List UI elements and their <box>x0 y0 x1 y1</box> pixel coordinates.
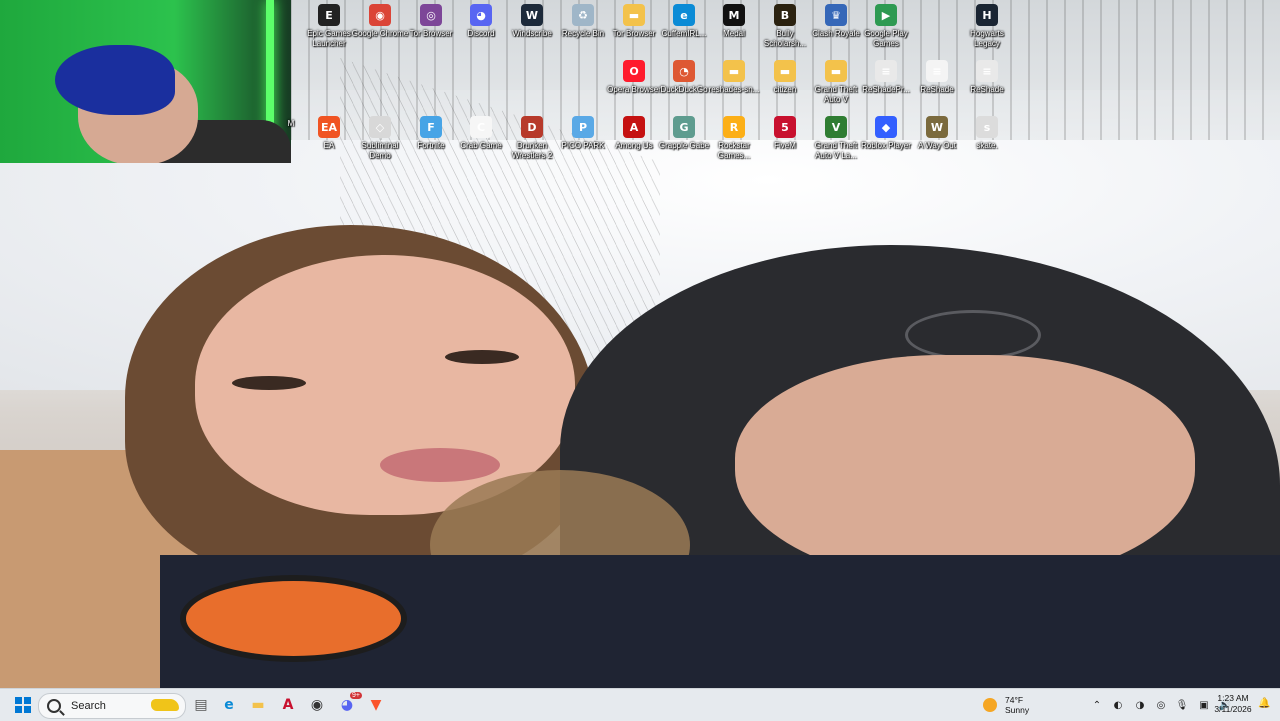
file-icon: ≡ <box>976 60 998 82</box>
desktop-icon-partial[interactable]: M <box>282 116 300 129</box>
gta-v-icon: V <box>825 116 847 138</box>
pico-park-icon: P <box>572 116 594 138</box>
chrome-icon: ◉ <box>369 4 391 26</box>
drunken-wrestlers-icon: D <box>521 116 543 138</box>
file-icon: ≡ <box>875 60 897 82</box>
folder-icon: ▬ <box>623 4 645 26</box>
security-icon[interactable]: ◎ <box>1154 698 1168 712</box>
search-icon <box>47 699 61 713</box>
rockstar-icon: R <box>723 116 745 138</box>
taskbar-app-button[interactable]: ◕ 9+ <box>336 692 362 716</box>
a-way-out-icon: W <box>926 116 948 138</box>
clash-royale-icon: ♛ <box>825 4 847 26</box>
discord-icon: ◕ <box>340 697 354 713</box>
folder-icon: ▬ <box>825 60 847 82</box>
windscribe-icon: W <box>521 4 543 26</box>
desktop-icon[interactable]: ≡ ReShade <box>957 60 1017 95</box>
start-button[interactable] <box>12 694 34 716</box>
bell-icon[interactable]: 🔔 <box>1258 698 1272 712</box>
crab-game-icon: C <box>470 116 492 138</box>
roblox-icon: ◆ <box>875 116 897 138</box>
weather-temperature: 74°F <box>1005 695 1024 705</box>
wallpaper-lips <box>380 448 500 482</box>
taskbar-app-button[interactable]: ▬ <box>247 694 269 716</box>
desktop-icon[interactable]: s skate. <box>957 116 1017 151</box>
google-play-games-icon: ▶ <box>875 4 897 26</box>
desktop-icon-label: M <box>287 119 295 128</box>
bully-icon: B <box>774 4 796 26</box>
taskbar-search[interactable]: Search <box>38 693 186 719</box>
tor-icon: ◎ <box>420 4 442 26</box>
edge-icon: e <box>673 4 695 26</box>
microphone-icon[interactable]: 🎙 <box>1175 698 1189 712</box>
taskbar-app-button[interactable]: A <box>277 694 299 716</box>
wallpaper-eye <box>445 350 519 364</box>
chevron-up-icon[interactable]: ⌃ <box>1090 698 1104 712</box>
taskbar-clock[interactable]: 1:23 AM 3/11/2026 <box>1208 693 1258 715</box>
taskbar-app-button[interactable]: ▤ <box>190 694 212 716</box>
defender-icon[interactable]: ◑ <box>1133 698 1147 712</box>
desktop-icon[interactable]: H Hogwarts Legacy <box>957 4 1017 49</box>
desktop-icon-grid: M E Epic Games Launcher ◉ Google Chrome ◎ Tor… <box>0 0 1280 170</box>
taskbar-app-button[interactable]: ▼ <box>365 694 387 716</box>
fivem-icon: 5 <box>774 116 796 138</box>
clock-date: 3/11/2026 <box>1214 704 1252 714</box>
hogwarts-legacy-icon: H <box>976 4 998 26</box>
desktop-icon-label: Google Play Games <box>864 29 908 48</box>
weather-widget[interactable]: 74°F Sunny <box>983 693 1029 717</box>
weather-condition: Sunny <box>1005 705 1030 715</box>
clock-time: 1:23 AM <box>1217 693 1249 703</box>
skate-icon: s <box>976 116 998 138</box>
folder-icon: ▬ <box>723 60 745 82</box>
duckduckgo-icon: ◔ <box>673 60 695 82</box>
search-label: Search <box>71 700 106 712</box>
taskbar: Search ▤ e ▬ A ◉ ◕ 9+ ▼ 74°F Sunny ⌃ ◐ ◑ ◎ 🎙 ▣ 🔊 1:23… <box>0 688 1280 721</box>
ea-icon: EA <box>318 116 340 138</box>
among-us-icon: A <box>623 116 645 138</box>
desktop-icon-label: Hogwarts Legacy <box>970 29 1004 48</box>
wallpaper-face-right <box>735 355 1195 585</box>
epic-games-icon: E <box>318 4 340 26</box>
discord-icon: ◕ <box>470 4 492 26</box>
windows-logo-icon <box>14 696 32 714</box>
edge-icon: e <box>224 697 234 713</box>
desktop-icon-label: ReShade <box>970 85 1004 94</box>
search-highlight-icon <box>151 699 179 711</box>
grapple-gabe-icon: G <box>673 116 695 138</box>
wallpaper-patch <box>180 575 407 662</box>
wallpaper-eye <box>232 376 306 390</box>
notification-badge: 9+ <box>350 692 362 699</box>
file-explorer-icon: ▤ <box>194 697 208 713</box>
folder-icon: ▬ <box>251 697 265 713</box>
desktop-icon[interactable]: ▶ Google Play Games <box>856 4 916 49</box>
taskbar-app-button[interactable]: ◉ <box>306 694 328 716</box>
obs-icon: ◉ <box>310 697 324 713</box>
wallpaper-beanie-logo <box>905 310 1041 360</box>
fortnite-icon: F <box>420 116 442 138</box>
norton-icon[interactable]: ◐ <box>1111 698 1125 712</box>
medal-icon: M <box>723 4 745 26</box>
folder-icon: ▬ <box>774 60 796 82</box>
opera-icon: O <box>623 60 645 82</box>
file-icon: ≡ <box>926 60 948 82</box>
subliminal-icon: ◇ <box>369 116 391 138</box>
recycle-bin-icon: ♻ <box>572 4 594 26</box>
sun-icon <box>983 698 997 712</box>
desktop-icon-label: skate. <box>976 141 998 150</box>
brave-icon: ▼ <box>370 697 382 713</box>
app-a-icon: A <box>282 697 294 713</box>
taskbar-app-button[interactable]: e <box>218 694 240 716</box>
